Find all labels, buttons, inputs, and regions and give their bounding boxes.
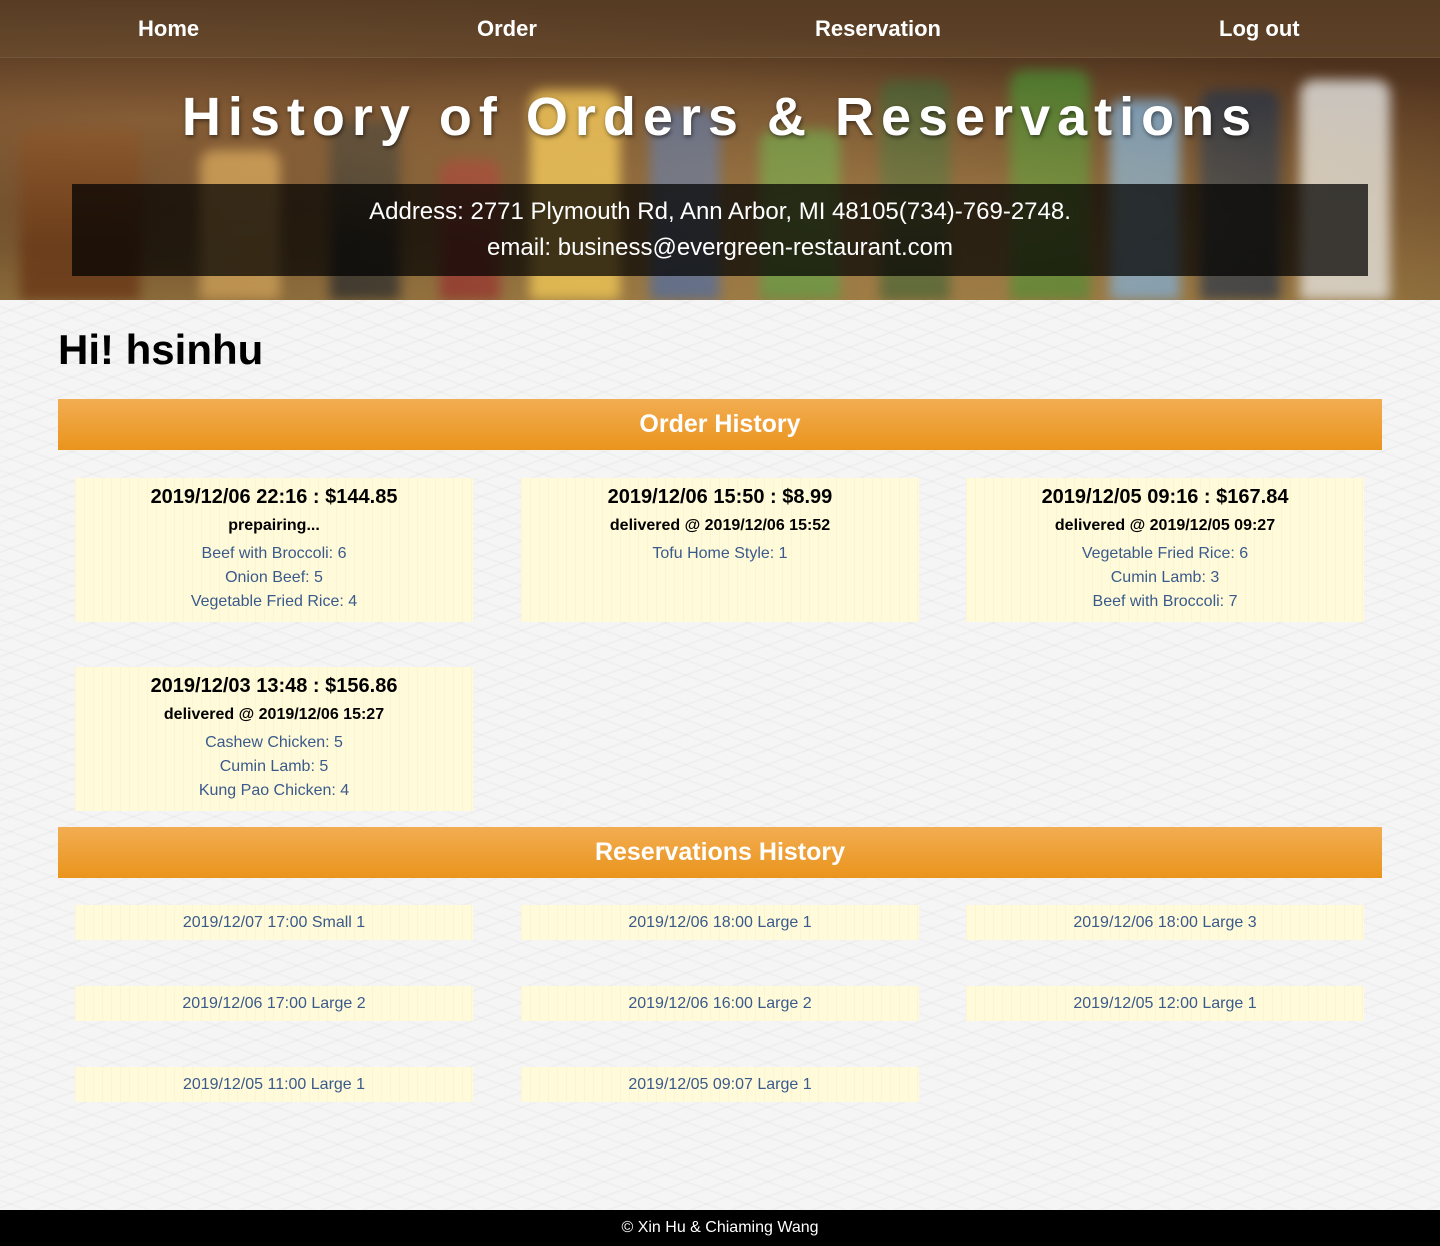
order-item-list: Vegetable Fried Rice: 6 Cumin Lamb: 3 Be… [966,542,1364,614]
order-item: Beef with Broccoli: 6 [201,545,347,562]
reservation-item: 2019/12/05 11:00 Large 1 [75,1067,473,1102]
order-datetime-total: 2019/12/06 22:16 : $144.85 [150,486,398,508]
reservation-item: 2019/12/06 16:00 Large 2 [521,986,919,1021]
address-text: Address: 2771 Plymouth Rd, Ann Arbor, MI… [369,198,1071,225]
order-item: Cumin Lamb: 3 [1110,569,1220,586]
order-status: delivered @ 2019/12/06 15:27 [163,706,385,723]
page-title: History of Orders & Reservations [181,87,1259,147]
order-status: delivered @ 2019/12/06 15:52 [609,517,831,534]
order-history-header: Order History [58,399,1382,450]
order-item: Vegetable Fried Rice: 4 [190,593,358,610]
reservation-item: 2019/12/05 12:00 Large 1 [966,986,1364,1021]
nav-reservation-link[interactable]: Reservation [815,16,941,42]
nav-home-link[interactable]: Home [138,16,199,42]
nav-order-link[interactable]: Order [477,16,537,42]
order-item-list: Cashew Chicken: 5 Cumin Lamb: 5 Kung Pao… [75,731,473,803]
nav-logout-link[interactable]: Log out [1219,16,1300,42]
top-navbar: Home Order Reservation Log out [0,0,1440,58]
order-datetime-total: 2019/12/06 15:50 : $8.99 [607,486,833,508]
order-item-list: Tofu Home Style: 1 [521,542,919,566]
reservation-item: 2019/12/06 18:00 Large 3 [966,905,1364,940]
order-card: 2019/12/05 09:16 : $167.84 delivered @ 2… [966,478,1364,622]
reservations-history-header: Reservations History [58,827,1382,878]
order-datetime-total: 2019/12/03 13:48 : $156.86 [150,675,398,697]
order-item: Cumin Lamb: 5 [219,758,329,775]
contact-info-box: Address: 2771 Plymouth Rd, Ann Arbor, MI… [72,184,1368,276]
hero-banner: Home Order Reservation Log out History o… [0,0,1440,300]
order-card: 2019/12/06 15:50 : $8.99 delivered @ 201… [521,478,919,622]
order-status: prepairing... [228,517,320,534]
order-card: 2019/12/03 13:48 : $156.86 delivered @ 2… [75,667,473,811]
footer-copyright: © Xin Hu & Chiaming Wang [0,1210,1440,1246]
order-item-list: Beef with Broccoli: 6 Onion Beef: 5 Vege… [75,542,473,614]
order-item: Cashew Chicken: 5 [205,734,343,751]
order-datetime-total: 2019/12/05 09:16 : $167.84 [1041,486,1289,508]
order-status: delivered @ 2019/12/05 09:27 [1054,517,1276,534]
order-card: 2019/12/06 22:16 : $144.85 prepairing...… [75,478,473,622]
user-greeting: Hi! hsinhu [58,326,264,373]
order-item: Tofu Home Style: 1 [652,545,788,562]
reservation-item: 2019/12/06 17:00 Large 2 [75,986,473,1021]
order-item: Onion Beef: 5 [225,569,323,586]
reservation-item: 2019/12/06 18:00 Large 1 [521,905,919,940]
reservation-item: 2019/12/07 17:00 Small 1 [75,905,473,940]
order-item: Vegetable Fried Rice: 6 [1081,545,1249,562]
email-text: email: business@evergreen-restaurant.com [487,234,953,261]
order-item: Kung Pao Chicken: 4 [198,782,350,799]
order-item: Beef with Broccoli: 7 [1092,593,1238,610]
reservation-item: 2019/12/05 09:07 Large 1 [521,1067,919,1102]
